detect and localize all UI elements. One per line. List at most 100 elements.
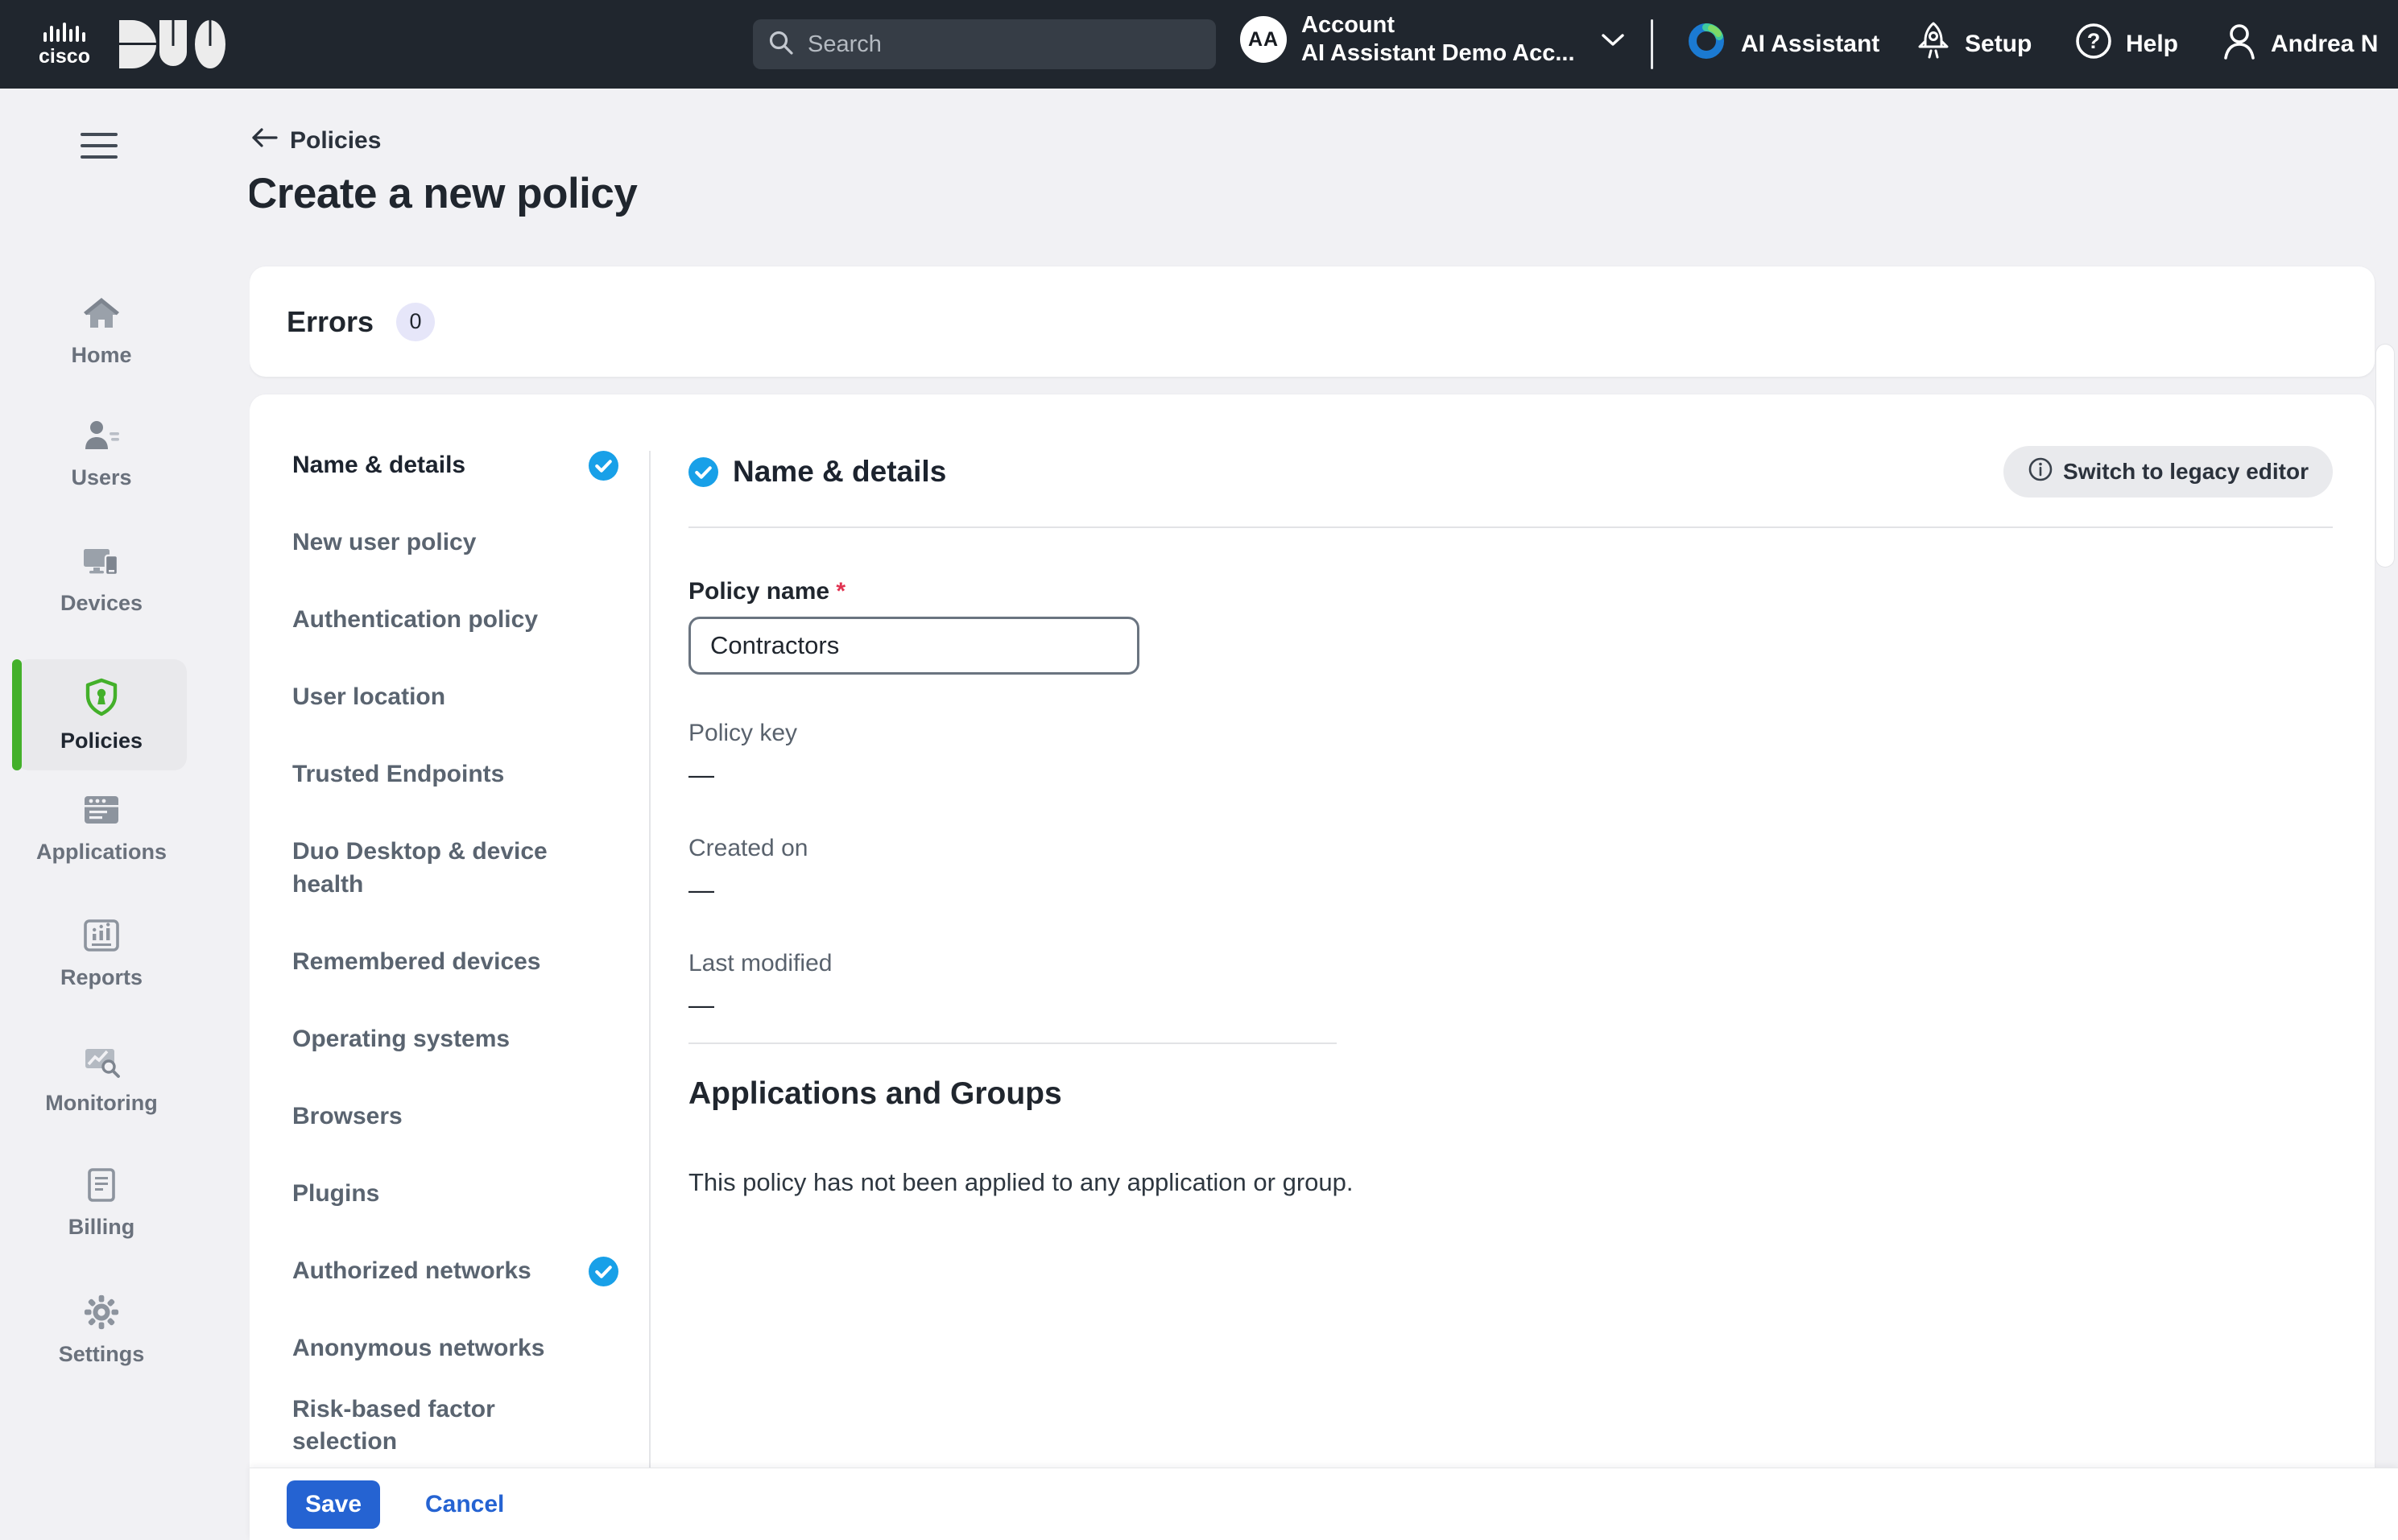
reports-icon	[82, 917, 121, 958]
created-on-label: Created on	[688, 835, 2333, 862]
errors-label: Errors	[287, 305, 374, 339]
sidebar-item-applications[interactable]: Applications	[16, 791, 187, 865]
account-label: Account	[1301, 11, 1575, 39]
policy-nav-duo-desktop-device-health[interactable]: Duo Desktop & device health	[250, 813, 649, 923]
search-icon	[767, 29, 795, 60]
sidebar-label-applications: Applications	[36, 840, 167, 865]
sidebar-label-settings: Settings	[59, 1342, 145, 1367]
active-item-accent	[12, 659, 22, 770]
section-title: Name & details	[733, 455, 946, 489]
page-title: Create a new policy	[246, 169, 637, 218]
content-divider	[688, 526, 2333, 528]
top-navigation-bar: cisco DUO	[0, 0, 2398, 89]
svg-text:cisco: cisco	[39, 45, 90, 68]
account-name: AI Assistant Demo Acc...	[1301, 39, 1575, 68]
help-link[interactable]: ? Help	[2074, 0, 2178, 89]
breadcrumb-label: Policies	[290, 127, 381, 155]
sidebar: Home Users	[0, 89, 250, 1540]
applications-groups-title: Applications and Groups	[688, 1076, 2333, 1112]
sidebar-item-home[interactable]: Home	[16, 295, 187, 368]
policy-nav-trusted-endpoints[interactable]: Trusted Endpoints	[250, 736, 649, 813]
sidebar-label-billing: Billing	[68, 1215, 135, 1240]
rocket-icon	[1915, 20, 1952, 68]
duo-logo: DUO	[118, 19, 227, 74]
sidebar-label-devices: Devices	[60, 591, 143, 616]
last-modified-value: —	[688, 990, 2333, 1020]
ai-assistant-icon	[1685, 19, 1728, 69]
policy-nav-authorized-networks[interactable]: Authorized networks	[250, 1232, 649, 1310]
ai-assistant-label: AI Assistant	[1741, 31, 1879, 58]
policy-nav-new-user-policy[interactable]: New user policy	[250, 504, 649, 581]
policy-nav-remembered-devices[interactable]: Remembered devices	[250, 923, 649, 1001]
home-icon	[82, 295, 121, 336]
errors-panel[interactable]: Errors 0	[250, 266, 2375, 377]
user-name-label: Andrea N	[2271, 31, 2378, 58]
monitoring-icon	[82, 1042, 121, 1084]
policy-nav-name-details[interactable]: Name & details	[250, 427, 649, 504]
policies-shield-icon	[82, 677, 121, 721]
policy-name-label: Policy name *	[688, 578, 2333, 605]
errors-count-badge: 0	[396, 303, 435, 341]
required-asterisk: *	[836, 578, 846, 605]
check-circle-icon	[589, 451, 618, 481]
account-avatar: AA	[1240, 16, 1287, 63]
policy-nav-browsers[interactable]: Browsers	[250, 1078, 649, 1155]
sidebar-label-policies: Policies	[60, 729, 143, 753]
policy-section-content: Name & details Switch to legacy editor P…	[651, 394, 2375, 1468]
help-icon: ?	[2074, 22, 2113, 67]
ai-assistant-link[interactable]: AI Assistant	[1685, 0, 1879, 89]
sidebar-item-devices[interactable]: Devices	[16, 543, 187, 616]
sidebar-label-users: Users	[71, 465, 131, 490]
policy-nav-user-location[interactable]: User location	[250, 659, 649, 736]
policy-nav-plugins[interactable]: Plugins	[250, 1155, 649, 1232]
gear-icon	[82, 1294, 121, 1335]
global-search	[753, 19, 1216, 69]
info-icon	[2028, 456, 2053, 488]
user-menu[interactable]: Andrea N	[2221, 0, 2378, 89]
sidebar-item-settings[interactable]: Settings	[16, 1294, 187, 1367]
policy-section-nav: Name & details New user policy Authentic…	[250, 394, 649, 1468]
policy-nav-anonymous-networks[interactable]: Anonymous networks	[250, 1310, 649, 1387]
policy-key-label: Policy key	[688, 720, 2333, 747]
save-button[interactable]: Save	[287, 1480, 380, 1529]
cancel-link[interactable]: Cancel	[425, 1491, 504, 1518]
scrollbar-thumb[interactable]	[2375, 344, 2395, 568]
person-icon	[2221, 21, 2258, 68]
devices-icon	[82, 543, 121, 584]
policy-name-input[interactable]	[688, 617, 1139, 675]
users-icon	[82, 417, 121, 458]
sidebar-item-users[interactable]: Users	[16, 417, 187, 490]
search-input[interactable]	[806, 31, 1201, 59]
sidebar-item-monitoring[interactable]: Monitoring	[16, 1042, 187, 1116]
sidebar-item-policies[interactable]: Policies	[16, 659, 187, 770]
breadcrumb[interactable]: Policies	[251, 127, 381, 155]
chevron-down-icon	[1601, 33, 1625, 52]
menu-toggle-button[interactable]	[81, 133, 118, 167]
svg-text:?: ?	[2087, 29, 2101, 53]
setup-link[interactable]: Setup	[1915, 0, 2032, 89]
action-footer: Save Cancel	[250, 1468, 2398, 1540]
help-label: Help	[2126, 31, 2178, 58]
account-switcher[interactable]: AA Account AI Assistant Demo Acc...	[1240, 11, 1625, 68]
sidebar-item-reports[interactable]: Reports	[16, 917, 187, 990]
apps-groups-divider	[688, 1042, 1337, 1044]
cisco-logo: cisco	[32, 21, 116, 73]
policy-nav-authentication-policy[interactable]: Authentication policy	[250, 581, 649, 659]
last-modified-label: Last modified	[688, 950, 2333, 977]
policy-nav-risk-based-factor-selection[interactable]: Risk-based factor selection	[250, 1387, 649, 1464]
switch-legacy-editor-button[interactable]: Switch to legacy editor	[2003, 446, 2333, 498]
billing-icon	[82, 1166, 121, 1208]
sidebar-item-billing[interactable]: Billing	[16, 1166, 187, 1240]
check-circle-icon	[589, 1257, 618, 1286]
applications-groups-empty-text: This policy has not been applied to any …	[688, 1168, 2333, 1197]
policy-key-value: —	[688, 760, 2333, 790]
back-arrow-icon	[251, 127, 279, 155]
setup-label: Setup	[1965, 31, 2032, 58]
topbar-divider	[1651, 19, 1653, 69]
policy-nav-operating-systems[interactable]: Operating systems	[250, 1001, 649, 1078]
sidebar-label-home: Home	[71, 343, 131, 368]
created-on-value: —	[688, 875, 2333, 905]
sidebar-label-monitoring: Monitoring	[45, 1091, 157, 1116]
policy-editor-card: Name & details New user policy Authentic…	[250, 394, 2375, 1468]
sidebar-label-reports: Reports	[60, 965, 143, 990]
